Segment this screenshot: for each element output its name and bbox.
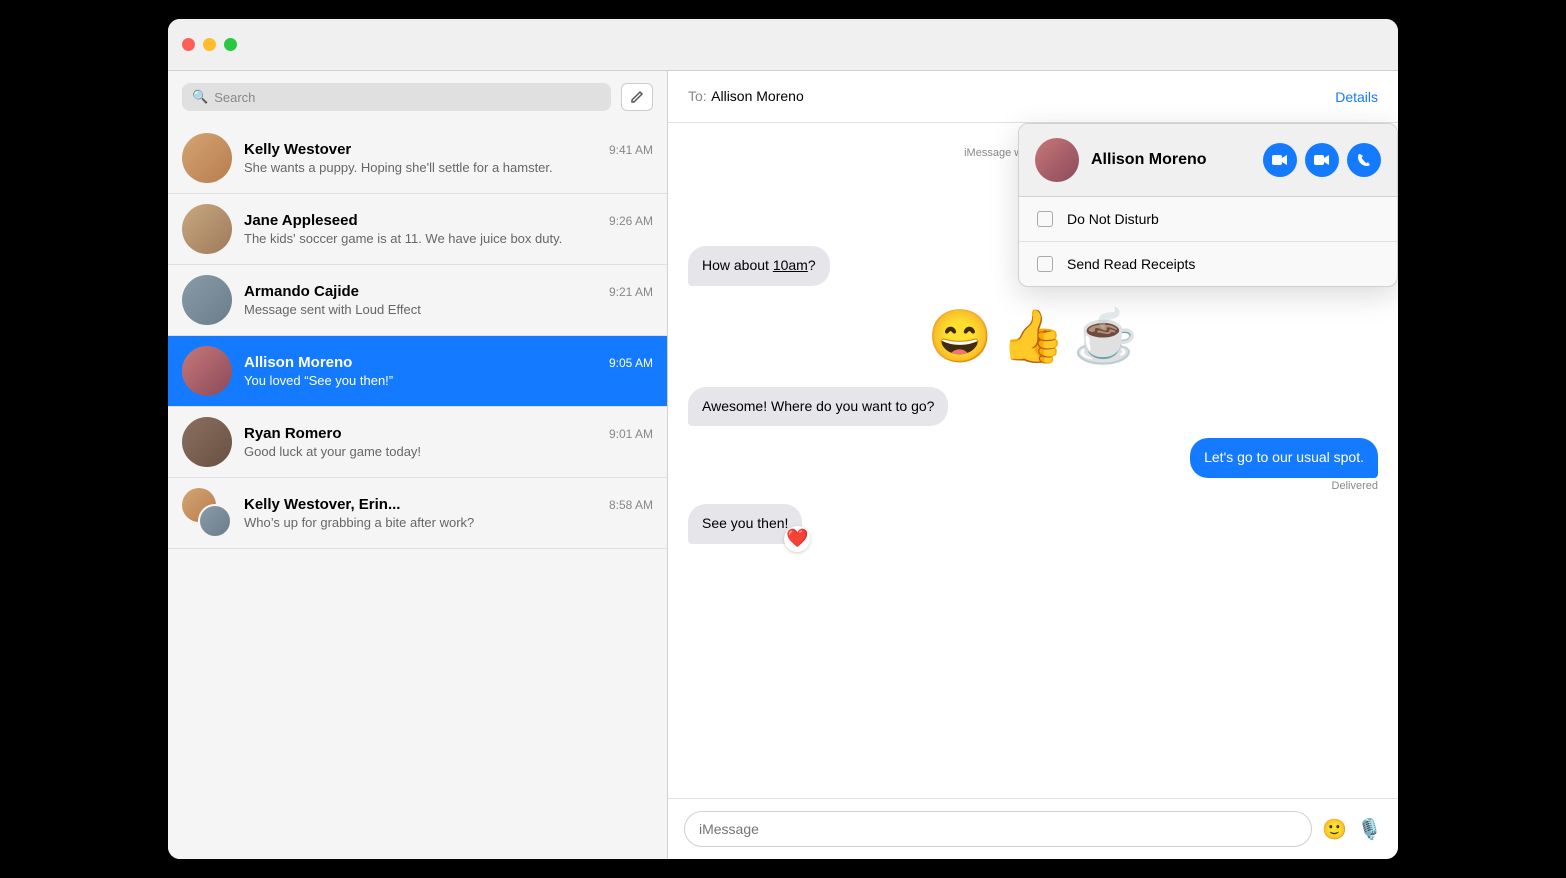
conv-info-kelly-westover: Kelly Westover 9:41 AM She wants a puppy… [244, 141, 653, 175]
conv-time-jane-appleseed: 9:26 AM [609, 214, 653, 228]
conv-preview-kelly-westover: She wants a puppy. Hoping she'll settle … [244, 160, 564, 175]
bubble-usual-spot: Let's go to our usual spot. [1190, 438, 1378, 478]
emoji-picker-icon[interactable]: 🙂 [1322, 817, 1347, 842]
conv-time-allison-moreno: 9:05 AM [609, 356, 653, 370]
conv-name-group: Kelly Westover, Erin... [244, 496, 400, 513]
message-row-see-you: See you then! ❤️ [688, 504, 1378, 544]
popup-contact-name: Allison Moreno [1091, 151, 1251, 169]
checkbox-send-read-receipts[interactable] [1037, 256, 1053, 272]
conversation-item-kelly-westover[interactable]: Kelly Westover 9:41 AM She wants a puppy… [168, 123, 667, 194]
conv-header-group: Kelly Westover, Erin... 8:58 AM [244, 496, 653, 513]
traffic-lights [182, 38, 237, 51]
conv-info-group: Kelly Westover, Erin... 8:58 AM Who’s up… [244, 496, 653, 530]
close-button[interactable] [182, 38, 195, 51]
details-button[interactable]: Details [1335, 89, 1378, 105]
popup-avatar [1035, 138, 1079, 182]
conv-preview-armando-cajide: Message sent with Loud Effect [244, 302, 564, 317]
sidebar: 🔍 Search Kelly Westover 9:41 AM [168, 71, 668, 859]
title-bar [168, 19, 1398, 71]
avatar-jane-appleseed [182, 204, 232, 254]
conv-info-jane-appleseed: Jane Appleseed 9:26 AM The kids' soccer … [244, 212, 653, 246]
popup-action-buttons [1263, 143, 1381, 177]
maximize-button[interactable] [224, 38, 237, 51]
chat-recipient: To: Allison Moreno [688, 88, 804, 106]
phone-button[interactable] [1347, 143, 1381, 177]
app-window: 🔍 Search Kelly Westover 9:41 AM [168, 19, 1398, 859]
facetime-audio-button[interactable] [1305, 143, 1339, 177]
chat-header: To: Allison Moreno Details [668, 71, 1398, 123]
conversation-item-allison-moreno[interactable]: Allison Moreno 9:05 AM You loved “See yo… [168, 336, 667, 407]
reaction-heart: ❤️ [784, 526, 810, 552]
conv-time-ryan-romero: 9:01 AM [609, 427, 653, 441]
conv-preview-allison-moreno: You loved “See you then!” [244, 373, 564, 388]
facetime-video-button[interactable] [1263, 143, 1297, 177]
emoji-thumbsup: 👍 [1001, 306, 1066, 367]
bubble-awesome: Awesome! Where do you want to go? [688, 387, 948, 427]
sidebar-header: 🔍 Search [168, 71, 667, 123]
delivered-label: Delivered [1332, 480, 1378, 492]
conv-name-allison-moreno: Allison Moreno [244, 354, 352, 371]
popup-option-do-not-disturb[interactable]: Do Not Disturb [1019, 197, 1397, 242]
conv-time-kelly-westover: 9:41 AM [609, 143, 653, 157]
chat-to-name: Allison Moreno [711, 88, 804, 104]
chat-area: To: Allison Moreno Details iMessage with… [668, 71, 1398, 859]
avatar-armando-cajide [182, 275, 232, 325]
details-popup: Allison Moreno [1018, 123, 1398, 287]
conv-preview-ryan-romero: Good luck at your game today! [244, 444, 564, 459]
checkbox-do-not-disturb[interactable] [1037, 211, 1053, 227]
conv-time-armando-cajide: 9:21 AM [609, 285, 653, 299]
conv-name-kelly-westover: Kelly Westover [244, 141, 351, 158]
conv-time-group: 8:58 AM [609, 498, 653, 512]
conv-info-ryan-romero: Ryan Romero 9:01 AM Good luck at your ga… [244, 425, 653, 459]
conversation-list: Kelly Westover 9:41 AM She wants a puppy… [168, 123, 667, 859]
conv-header-ryan: Ryan Romero 9:01 AM [244, 425, 653, 442]
conv-header-jane: Jane Appleseed 9:26 AM [244, 212, 653, 229]
mic-icon[interactable]: 🎙️ [1357, 817, 1382, 842]
message-row-awesome: Awesome! Where do you want to go? [688, 387, 1378, 427]
search-icon: 🔍 [192, 89, 208, 105]
conv-name-armando-cajide: Armando Cajide [244, 283, 359, 300]
popup-header: Allison Moreno [1019, 124, 1397, 197]
compose-button[interactable] [621, 83, 653, 111]
popup-option-send-read-receipts[interactable]: Send Read Receipts [1019, 242, 1397, 286]
reaction-wrap: See you then! ❤️ [688, 504, 802, 544]
conv-preview-jane-appleseed: The kids' soccer game is at 11. We have … [244, 231, 564, 246]
conv-header-armando: Armando Cajide 9:21 AM [244, 283, 653, 300]
emoji-grin: 😄 [928, 306, 993, 367]
conv-info-armando-cajide: Armando Cajide 9:21 AM Message sent with… [244, 283, 653, 317]
option-label-do-not-disturb: Do Not Disturb [1067, 211, 1159, 227]
conversation-item-ryan-romero[interactable]: Ryan Romero 9:01 AM Good luck at your ga… [168, 407, 667, 478]
avatar-kelly-westover [182, 133, 232, 183]
conversation-item-armando-cajide[interactable]: Armando Cajide 9:21 AM Message sent with… [168, 265, 667, 336]
conv-name-jane-appleseed: Jane Appleseed [244, 212, 358, 229]
conv-header-kelly: Kelly Westover 9:41 AM [244, 141, 653, 158]
main-content: 🔍 Search Kelly Westover 9:41 AM [168, 71, 1398, 859]
avatar-group [182, 488, 232, 538]
avatar-allison-moreno [182, 346, 232, 396]
chat-input-area: 🙂 🎙️ [668, 798, 1398, 859]
conversation-item-group[interactable]: Kelly Westover, Erin... 8:58 AM Who’s up… [168, 478, 667, 549]
conv-preview-group: Who’s up for grabbing a bite after work? [244, 515, 564, 530]
bubble-10am: How about 10am? [688, 246, 830, 286]
message-row-usual-spot: Let's go to our usual spot. Delivered [688, 438, 1378, 492]
minimize-button[interactable] [203, 38, 216, 51]
conv-info-allison-moreno: Allison Moreno 9:05 AM You loved “See yo… [244, 354, 653, 388]
search-bar[interactable]: 🔍 Search [182, 83, 611, 111]
imessage-input[interactable] [684, 811, 1312, 847]
conv-name-ryan-romero: Ryan Romero [244, 425, 342, 442]
emoji-row: 😄 👍 ☕ [688, 306, 1378, 367]
emoji-coffee: ☕ [1073, 306, 1138, 367]
avatar-ryan-romero [182, 417, 232, 467]
conversation-item-jane-appleseed[interactable]: Jane Appleseed 9:26 AM The kids' soccer … [168, 194, 667, 265]
conv-header-allison: Allison Moreno 9:05 AM [244, 354, 653, 371]
to-label: To: [688, 88, 707, 104]
search-label: Search [214, 90, 255, 105]
option-label-send-read-receipts: Send Read Receipts [1067, 256, 1195, 272]
